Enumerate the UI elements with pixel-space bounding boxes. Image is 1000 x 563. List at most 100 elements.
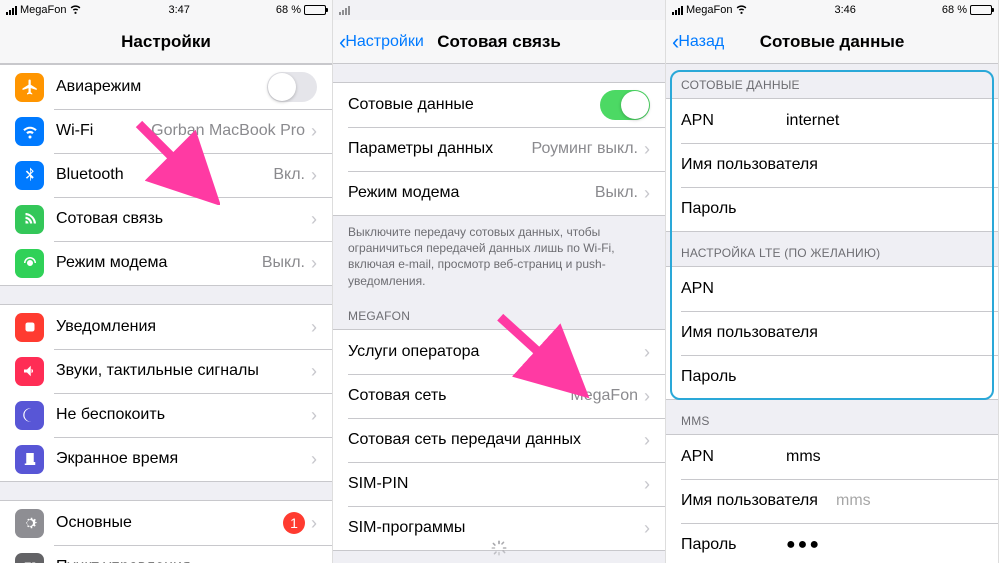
- status-bar: MegaFon 3:46 68 %: [666, 0, 998, 20]
- row-label: SIM-программы: [348, 519, 644, 537]
- row-label: Услуги оператора: [348, 343, 644, 361]
- apn-list[interactable]: СОТОВЫЕ ДАННЫЕ APN internet Имя пользова…: [666, 64, 998, 563]
- cellular-icon: [15, 205, 44, 234]
- row-screentime[interactable]: Экранное время ›: [0, 437, 332, 481]
- row-label: Режим модема: [56, 254, 262, 272]
- wifi-icon: [735, 2, 748, 18]
- row-label: Параметры данных: [348, 140, 531, 158]
- row-sounds[interactable]: Звуки, тактильные сигналы ›: [0, 349, 332, 393]
- cell-data-toggle[interactable]: [600, 90, 650, 120]
- nav-header: Настройки: [0, 20, 332, 64]
- nav-header: ‹ Назад Сотовые данные: [666, 20, 998, 64]
- chevron-right-icon: ›: [644, 387, 650, 405]
- battery-icon: [304, 5, 326, 15]
- notifications-icon: [15, 313, 44, 342]
- row-data-network[interactable]: Сотовая сеть передачи данных ›: [333, 418, 665, 462]
- gear-icon: [15, 509, 44, 538]
- chevron-right-icon: ›: [311, 122, 317, 140]
- sounds-icon: [15, 357, 44, 386]
- row-label: Сотовая связь: [56, 210, 311, 228]
- apn-value[interactable]: internet: [786, 112, 839, 130]
- update-badge: 1: [283, 512, 305, 534]
- row-cell-data[interactable]: Сотовые данные: [333, 83, 665, 127]
- group-header: НАСТРОЙКА LTE (ПО ЖЕЛАНИЮ): [666, 232, 998, 266]
- battery-label: 68 %: [942, 4, 967, 16]
- page-title: Сотовые данные: [760, 32, 905, 52]
- row-label: APN: [681, 280, 983, 298]
- row-label: Пароль: [681, 368, 983, 386]
- apn-value[interactable]: mms: [786, 448, 821, 466]
- row-carrier-services[interactable]: Услуги оператора ›: [333, 330, 665, 374]
- row-label: Экранное время: [56, 450, 311, 468]
- row-label: Не беспокоить: [56, 406, 311, 424]
- screentime-icon: [15, 445, 44, 474]
- screen-cellular: ‹ Настройки Сотовая связь Сотовые данные…: [333, 0, 666, 563]
- group-header: MMS: [666, 400, 998, 434]
- loading-spinner-icon: [490, 539, 508, 557]
- row-cellular[interactable]: Сотовая связь ›: [0, 197, 332, 241]
- signal-icon: [672, 6, 683, 15]
- back-button[interactable]: ‹ Назад: [672, 20, 724, 63]
- row-hotspot[interactable]: Режим модема Выкл. ›: [333, 171, 665, 215]
- row-label: Уведомления: [56, 318, 311, 336]
- chevron-right-icon: ›: [311, 318, 317, 336]
- row-password[interactable]: Пароль: [666, 187, 998, 231]
- cellular-list[interactable]: Сотовые данные Параметры данных Роуминг …: [333, 64, 665, 563]
- battery-icon: [970, 5, 992, 15]
- group-header: MEGAFON: [333, 295, 665, 329]
- row-bluetooth[interactable]: Bluetooth Вкл. ›: [0, 153, 332, 197]
- apn-value[interactable]: mms: [836, 492, 871, 510]
- row-data-options[interactable]: Параметры данных Роуминг выкл. ›: [333, 127, 665, 171]
- row-label: Имя пользователя: [681, 492, 983, 510]
- signal-icon: [339, 6, 350, 15]
- row-label: APN: [681, 448, 983, 466]
- row-lte-apn[interactable]: APN: [666, 267, 998, 311]
- row-notifications[interactable]: Уведомления ›: [0, 305, 332, 349]
- back-label: Назад: [678, 33, 724, 51]
- row-airplane[interactable]: Авиарежим: [0, 65, 332, 109]
- chevron-right-icon: ›: [644, 431, 650, 449]
- chevron-right-icon: ›: [644, 475, 650, 493]
- chevron-right-icon: ›: [644, 140, 650, 158]
- chevron-right-icon: ›: [311, 406, 317, 424]
- back-label: Настройки: [345, 33, 423, 51]
- row-general[interactable]: Основные 1 ›: [0, 501, 332, 545]
- chevron-right-icon: ›: [311, 450, 317, 468]
- settings-list[interactable]: Авиарежим Wi-Fi Gorban MacBook Pro › Blu…: [0, 64, 332, 563]
- nav-header: ‹ Настройки Сотовая связь: [333, 20, 665, 64]
- status-bar: MegaFon 3:47 68 %: [0, 0, 332, 20]
- row-mms-apn[interactable]: APN mms: [666, 435, 998, 479]
- row-username[interactable]: Имя пользователя: [666, 143, 998, 187]
- row-label: Пароль: [681, 536, 983, 554]
- row-lte-username[interactable]: Имя пользователя: [666, 311, 998, 355]
- status-bar: [333, 0, 665, 20]
- row-mms-password[interactable]: Пароль ●●●: [666, 523, 998, 563]
- row-lte-password[interactable]: Пароль: [666, 355, 998, 399]
- row-label: Пункт управления: [56, 558, 311, 563]
- row-label: Сотовые данные: [348, 96, 600, 114]
- airplane-toggle[interactable]: [267, 72, 317, 102]
- back-button[interactable]: ‹ Настройки: [339, 20, 424, 63]
- row-label: Имя пользователя: [681, 324, 983, 342]
- row-label: Режим модема: [348, 184, 595, 202]
- row-dnd[interactable]: Не беспокоить ›: [0, 393, 332, 437]
- row-label: Wi-Fi: [56, 122, 151, 140]
- bluetooth-icon: [15, 161, 44, 190]
- group-footer: Выключите передачу сотовых данных, чтобы…: [333, 216, 665, 295]
- apn-value[interactable]: ●●●: [786, 536, 821, 554]
- dnd-icon: [15, 401, 44, 430]
- row-apn[interactable]: APN internet: [666, 99, 998, 143]
- row-sim-pin[interactable]: SIM-PIN ›: [333, 462, 665, 506]
- control-center-icon: [15, 553, 44, 563]
- row-mms-username[interactable]: Имя пользователя mms: [666, 479, 998, 523]
- hotspot-icon: [15, 249, 44, 278]
- row-label: Звуки, тактильные сигналы: [56, 362, 311, 380]
- row-label: Авиарежим: [56, 78, 267, 96]
- row-value: Выкл.: [262, 254, 305, 272]
- row-wifi[interactable]: Wi-Fi Gorban MacBook Pro ›: [0, 109, 332, 153]
- row-network[interactable]: Сотовая сеть MegaFon ›: [333, 374, 665, 418]
- row-label: Сотовая сеть передачи данных: [348, 431, 644, 449]
- row-control-center[interactable]: Пункт управления ›: [0, 545, 332, 563]
- row-hotspot[interactable]: Режим модема Выкл. ›: [0, 241, 332, 285]
- chevron-right-icon: ›: [311, 166, 317, 184]
